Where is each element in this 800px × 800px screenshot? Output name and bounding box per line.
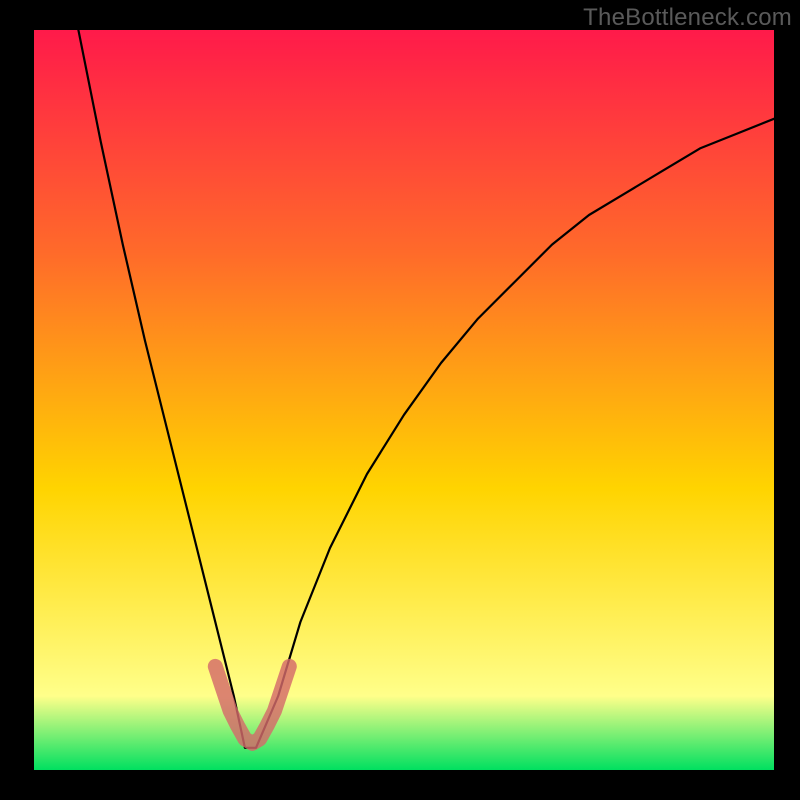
watermark-text: TheBottleneck.com — [583, 4, 792, 32]
chart-frame: TheBottleneck.com — [0, 0, 800, 800]
bottleneck-chart — [34, 30, 774, 770]
gradient-background — [34, 30, 774, 770]
